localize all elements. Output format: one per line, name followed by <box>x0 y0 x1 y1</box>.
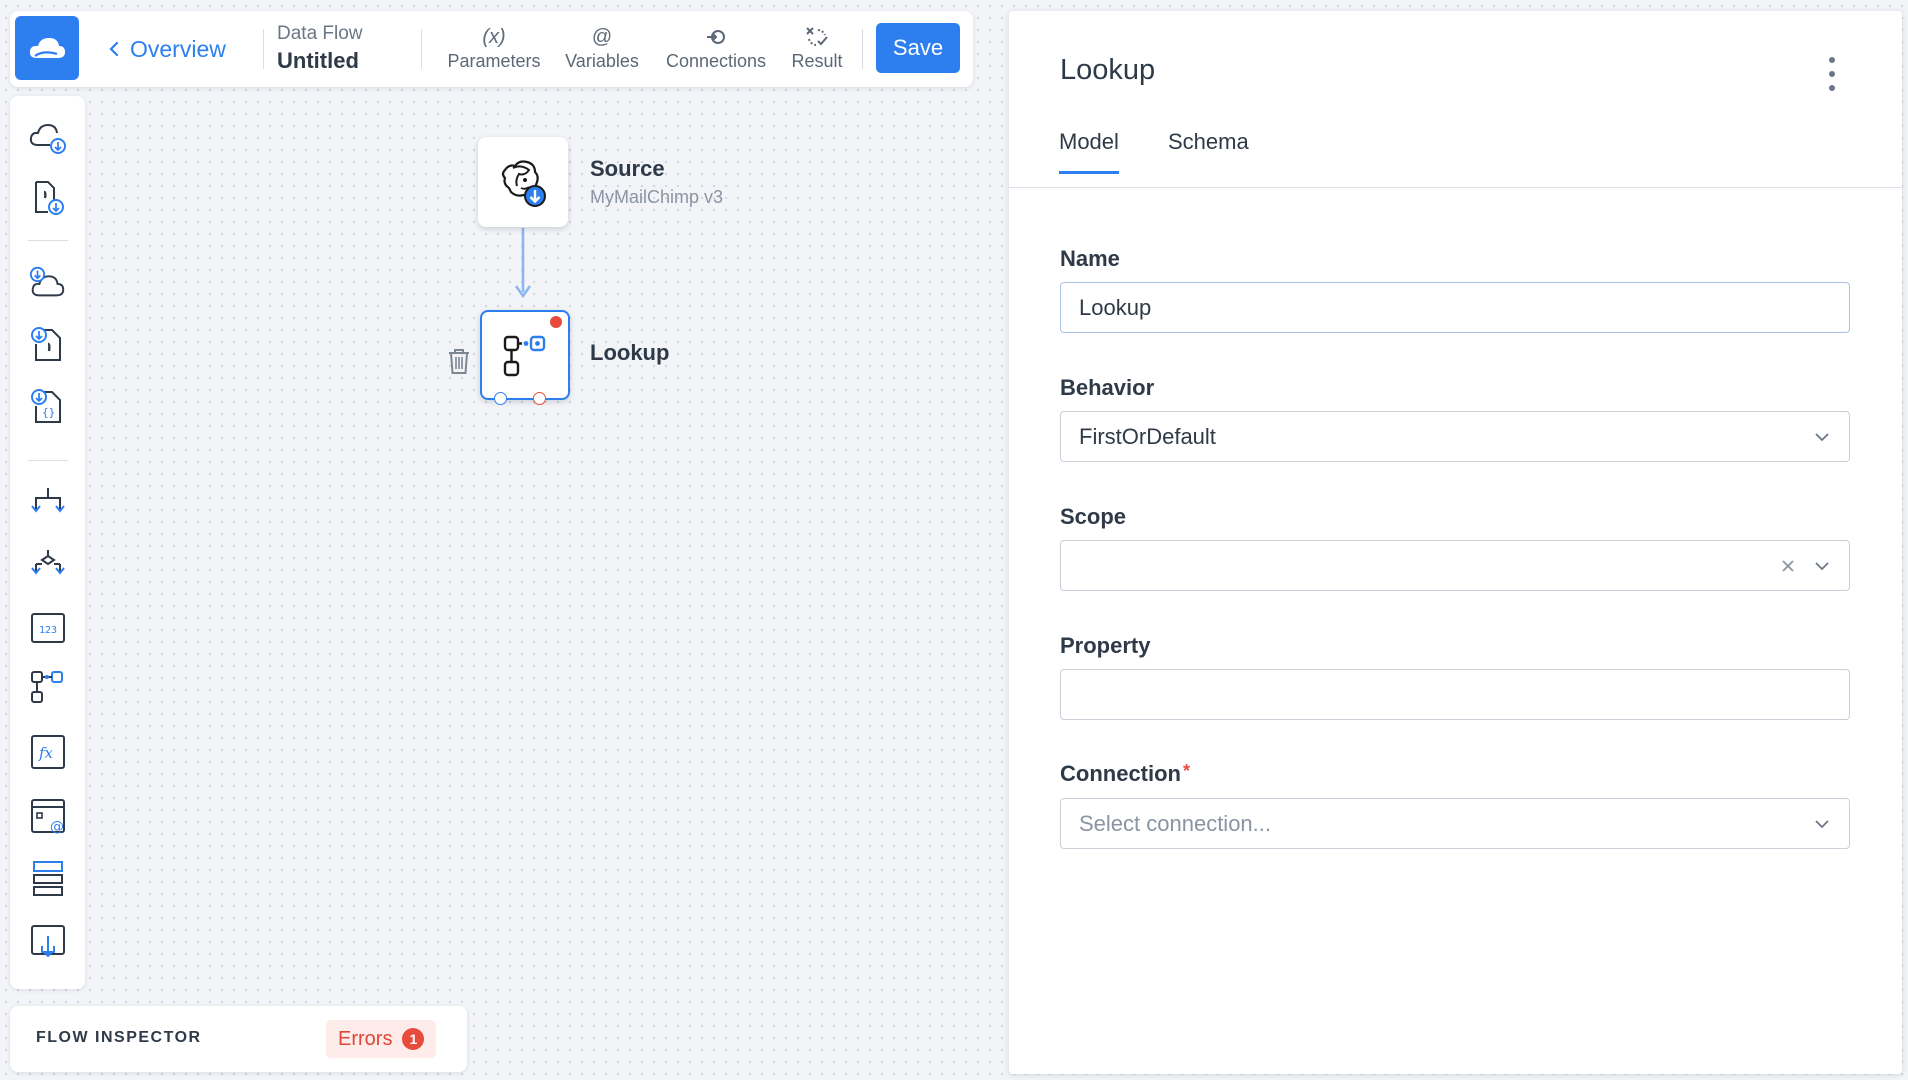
chevron-down-icon <box>1811 426 1833 448</box>
errors-button[interactable]: Errors 1 <box>326 1020 437 1058</box>
behavior-label: Behavior <box>1060 375 1155 400</box>
mailchimp-icon <box>501 160 546 207</box>
more-options-icon[interactable] <box>1822 57 1842 91</box>
connection-label: Connection * <box>1060 761 1190 787</box>
scope-select[interactable] <box>1060 540 1850 591</box>
tab-model[interactable]: Model <box>1059 129 1119 174</box>
error-output-port[interactable] <box>533 392 546 405</box>
connection-placeholder: Select connection... <box>1079 811 1272 836</box>
tab-schema[interactable]: Schema <box>1168 129 1249 171</box>
clear-icon[interactable] <box>1777 555 1799 577</box>
trash-icon <box>449 349 469 374</box>
behavior-select[interactable]: FirstOrDefault <box>1060 411 1850 462</box>
lookup-icon <box>503 335 546 377</box>
lookup-node[interactable] <box>480 310 570 405</box>
lookup-node-label: Lookup <box>590 340 670 365</box>
panel-title: Lookup <box>1060 54 1156 86</box>
node-error-indicator <box>550 316 562 328</box>
source-node[interactable] <box>478 137 568 227</box>
source-node-connection: MyMailChimp v3 <box>590 187 724 207</box>
output-port[interactable] <box>494 392 507 405</box>
errors-count-badge: 1 <box>402 1028 425 1050</box>
delete-node-button[interactable] <box>446 346 472 376</box>
required-marker: * <box>1183 761 1191 781</box>
properties-panel: Lookup Model Schema Name Behavior FirstO… <box>1009 11 1902 1074</box>
property-input[interactable] <box>1060 669 1850 720</box>
property-label: Property <box>1060 633 1151 658</box>
connection-select[interactable]: Select connection... <box>1060 798 1850 849</box>
chevron-down-icon <box>1811 813 1833 835</box>
name-label: Name <box>1060 246 1120 271</box>
errors-label: Errors <box>338 1027 393 1050</box>
scope-label: Scope <box>1060 504 1127 529</box>
name-input[interactable] <box>1060 282 1850 333</box>
flow-inspector: FLOW INSPECTOR Errors 1 <box>10 1006 467 1072</box>
flow-inspector-title: FLOW INSPECTOR <box>36 1029 202 1046</box>
connection-label-text: Connection <box>1060 761 1181 786</box>
behavior-value: FirstOrDefault <box>1079 424 1216 449</box>
tabs-divider <box>1009 187 1902 188</box>
chevron-down-icon <box>1811 555 1833 577</box>
source-node-label: Source <box>590 156 665 181</box>
